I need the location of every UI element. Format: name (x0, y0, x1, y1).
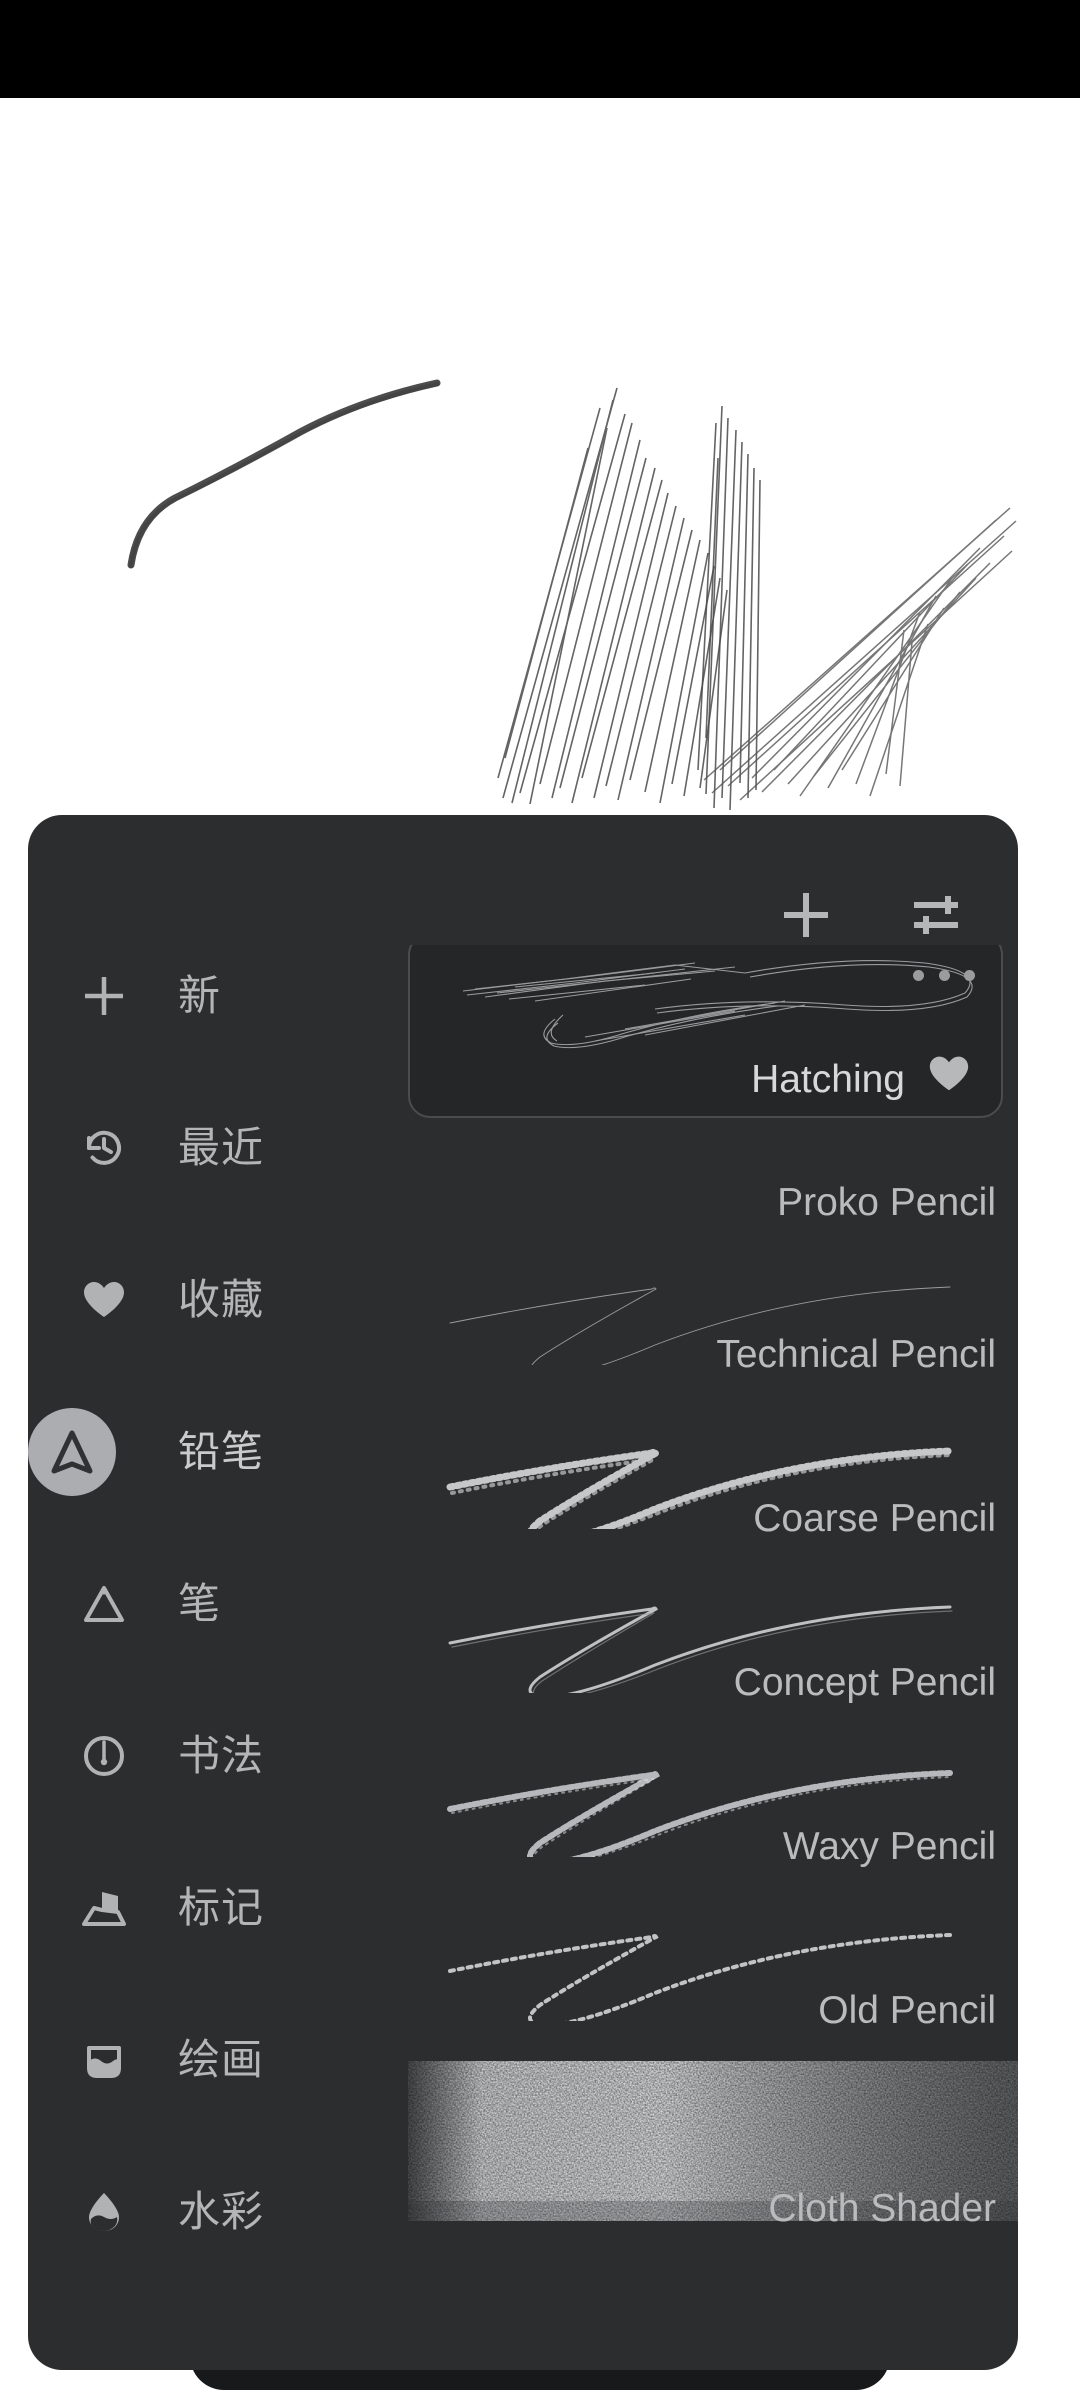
brush-settings-icon[interactable] (900, 877, 976, 953)
brush-list-item[interactable]: Technical Pencil (408, 1241, 1018, 1413)
stroke-hatching-2 (697, 405, 761, 811)
favorite-heart-icon[interactable] (919, 1044, 979, 1100)
brush-list-item[interactable]: Concept Pencil (408, 1569, 1018, 1741)
sidebar-item-label: 收藏 (178, 1276, 265, 1323)
brush-name: Coarse Pencil (753, 1497, 996, 1540)
add-brush-icon[interactable] (768, 877, 844, 953)
brush-list-item[interactable]: Waxy Pencil (408, 1733, 1018, 1905)
sidebar-item-marker[interactable]: 标记 (28, 1857, 408, 1959)
brush-name: Technical Pencil (716, 1333, 996, 1376)
brush-name: Old Pencil (818, 1989, 996, 2032)
calligraphy-icon (66, 1705, 142, 1807)
sidebar-item-new[interactable]: 新 (28, 945, 408, 1047)
sidebar-item-painting[interactable]: 绘画 (28, 2009, 408, 2111)
sidebar-item-label: 标记 (178, 1884, 265, 1931)
sidebar-item-label: 最近 (178, 1124, 265, 1171)
brush-panel: 新 最近 收藏 铅笔 笔 书法 标记 绘画 水彩 Hatching Proko … (28, 815, 1018, 2370)
stroke-hatching (497, 387, 728, 805)
brush-options-icon[interactable] (913, 957, 975, 993)
sidebar-item-calligraphy[interactable]: 书法 (28, 1705, 408, 1807)
heart-icon (66, 1249, 142, 1351)
brush-name: Hatching (751, 1058, 905, 1101)
sidebar-item-favorites[interactable]: 收藏 (28, 1249, 408, 1351)
brush-list-item-selected[interactable]: Hatching (408, 945, 1018, 1133)
brush-panel-header (28, 815, 1018, 945)
sidebar-item-label: 铅笔 (178, 1428, 265, 1475)
pen-icon (66, 1553, 142, 1655)
brush-name: Concept Pencil (733, 1661, 996, 1704)
stroke-curve (127, 379, 441, 569)
brush-name: Cloth Shader (768, 2187, 996, 2230)
brush-name: Waxy Pencil (782, 1825, 996, 1868)
sidebar-item-label: 绘画 (178, 2036, 265, 2083)
brush-list-item[interactable]: Coarse Pencil (408, 1405, 1018, 1577)
paint-icon (66, 2009, 142, 2111)
brush-name: Proko Pencil (777, 1181, 996, 1224)
plus-icon (66, 945, 142, 1047)
brush-card-hatching[interactable]: Hatching (408, 945, 1003, 1118)
watercolor-icon (66, 2161, 142, 2263)
sidebar-item-pencil[interactable]: 铅笔 (28, 1401, 408, 1503)
drawing-canvas[interactable] (0, 218, 1080, 818)
status-bar (0, 0, 1080, 98)
sidebar-item-label: 笔 (178, 1580, 222, 1627)
sidebar-item-label: 新 (178, 972, 222, 1019)
brush-category-sidebar: 新 最近 收藏 铅笔 笔 书法 标记 绘画 水彩 (28, 945, 408, 2370)
app-screen: 新 最近 收藏 铅笔 笔 书法 标记 绘画 水彩 Hatching Proko … (0, 0, 1080, 2400)
sidebar-item-recent[interactable]: 最近 (28, 1097, 408, 1199)
history-icon (66, 1097, 142, 1199)
sidebar-item-label: 水彩 (178, 2188, 265, 2235)
top-toolbar (0, 98, 1080, 300)
brush-list-item[interactable]: Cloth Shader (408, 2061, 1018, 2261)
marker-icon (66, 1857, 142, 1959)
sidebar-item-watercolor[interactable]: 水彩 (28, 2161, 408, 2263)
sidebar-item-pen[interactable]: 笔 (28, 1553, 408, 1655)
pencil-icon (28, 1408, 116, 1496)
brush-list-item[interactable]: Old Pencil (408, 1897, 1018, 2069)
brush-list[interactable]: Hatching Proko Pencil Technical Pencil C… (408, 945, 1018, 2370)
sidebar-item-label: 书法 (178, 1732, 265, 1779)
